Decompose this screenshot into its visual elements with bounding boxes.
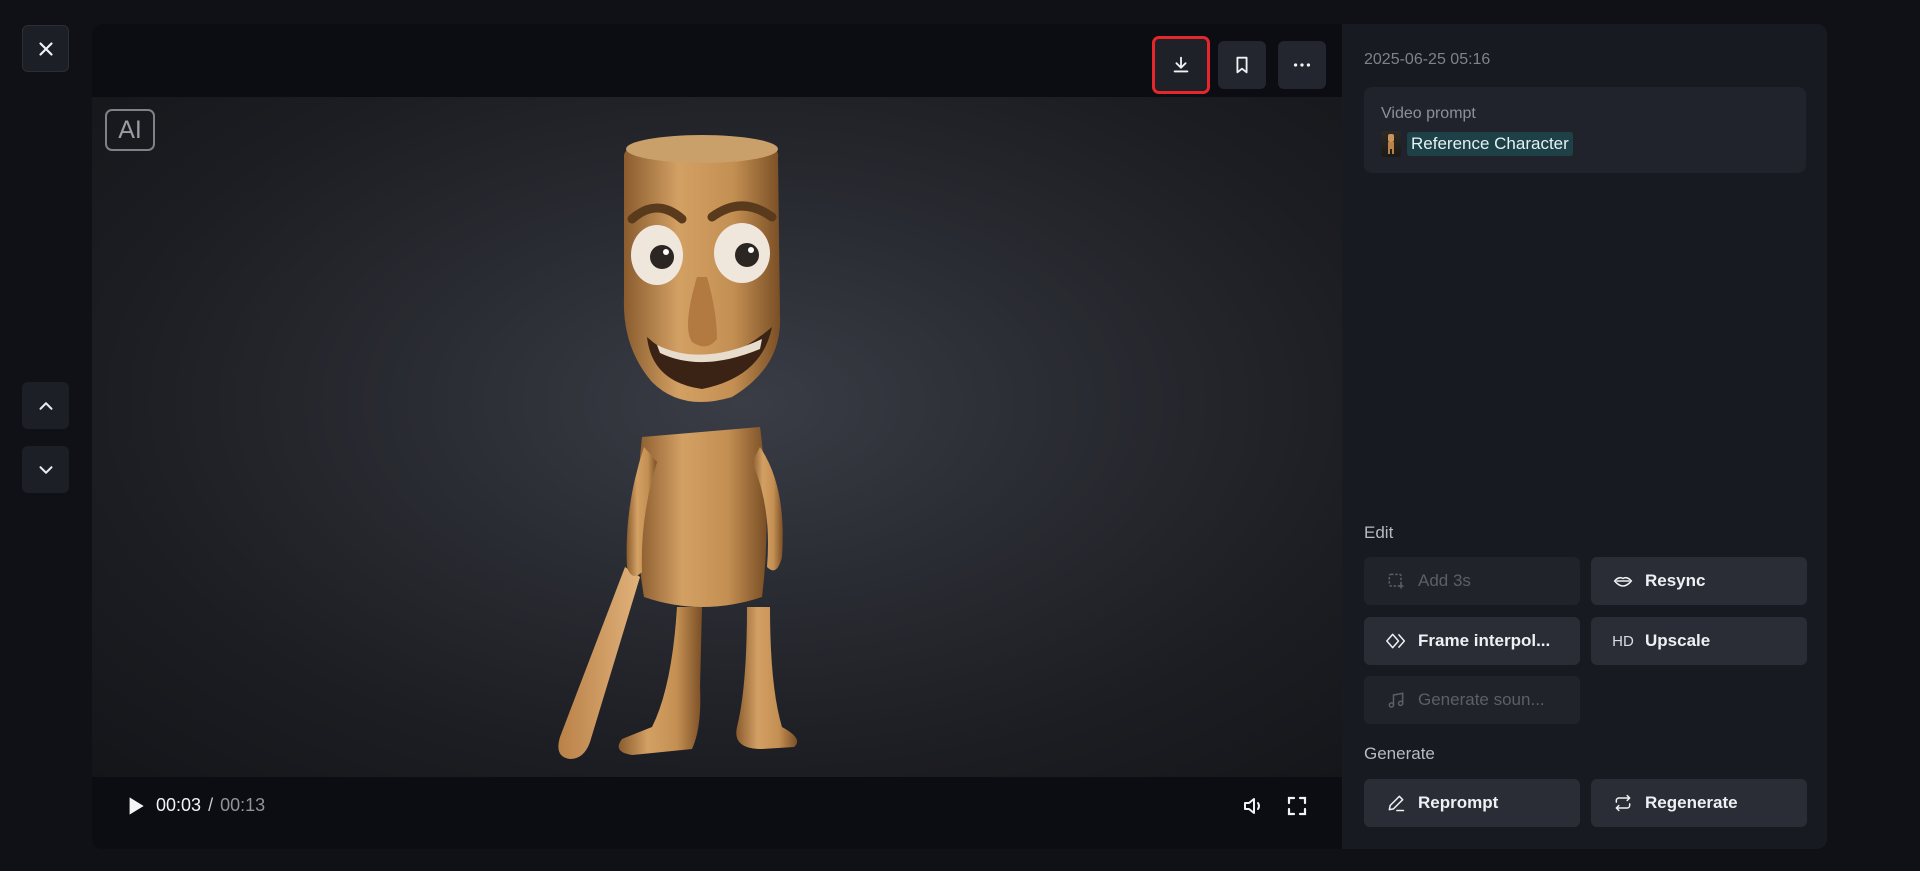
add-3s-button[interactable]: Add 3s	[1364, 557, 1580, 605]
generate-section-label: Generate	[1364, 744, 1435, 763]
player-toolbar	[92, 24, 1342, 96]
time-display: 00:03 / 00:13	[156, 795, 265, 816]
viewer-panel: AI 00:03 / 00:13 2025-06-25 05:16 Video …	[92, 24, 1827, 849]
time-separator: /	[208, 795, 214, 815]
current-time: 00:03	[156, 795, 202, 815]
created-timestamp: 2025-06-25 05:16	[1364, 51, 1491, 68]
more-options-button[interactable]	[1278, 41, 1326, 89]
add-clip-icon	[1386, 571, 1406, 591]
chevron-down-icon	[38, 465, 53, 474]
music-note-icon	[1386, 690, 1406, 710]
ai-badge: AI	[105, 109, 155, 151]
volume-icon[interactable]	[1241, 794, 1265, 818]
video-player: AI 00:03 / 00:13	[92, 24, 1342, 849]
duration: 00:13	[220, 795, 266, 815]
hd-icon: HD	[1612, 632, 1634, 650]
video-prompt-label: Video prompt	[1381, 105, 1476, 122]
details-sidebar: 2025-06-25 05:16 Video prompt Reference …	[1342, 24, 1827, 849]
bookmark-button[interactable]	[1218, 41, 1266, 89]
close-icon	[38, 41, 53, 56]
fullscreen-icon[interactable]	[1285, 794, 1309, 818]
video-controls: 00:03 / 00:13	[92, 777, 1342, 849]
regenerate-button[interactable]: Regenerate	[1591, 779, 1807, 827]
download-icon	[1173, 56, 1189, 73]
regenerate-label: Regenerate	[1645, 793, 1738, 812]
reference-thumbnail	[1381, 131, 1401, 157]
more-horizontal-icon	[1293, 63, 1311, 67]
close-button[interactable]	[22, 25, 69, 72]
upscale-button[interactable]: HD Upscale	[1591, 617, 1807, 665]
download-button[interactable]	[1152, 36, 1210, 94]
generate-sound-label: Generate soun...	[1418, 690, 1545, 709]
diamonds-icon	[1386, 631, 1406, 651]
chevron-up-icon	[38, 401, 53, 410]
bookmark-icon	[1236, 56, 1248, 74]
previous-item-button[interactable]	[22, 382, 69, 429]
repeat-icon	[1613, 793, 1633, 813]
add-3s-label: Add 3s	[1418, 571, 1471, 590]
video-prompt-card: Video prompt Reference Character	[1364, 87, 1806, 173]
reprompt-button[interactable]: Reprompt	[1364, 779, 1580, 827]
reprompt-label: Reprompt	[1418, 793, 1499, 812]
pencil-icon	[1386, 793, 1406, 813]
next-item-button[interactable]	[22, 446, 69, 493]
video-frame[interactable]: AI	[92, 97, 1342, 777]
play-icon[interactable]	[122, 793, 148, 819]
resync-label: Resync	[1645, 571, 1706, 590]
character-thumbnail-icon	[1388, 134, 1394, 154]
reference-character-chip[interactable]: Reference Character	[1381, 131, 1573, 157]
wooden-character-image	[558, 135, 798, 759]
frame-interpolation-button[interactable]: Frame interpol...	[1364, 617, 1580, 665]
frame-interpolation-label: Frame interpol...	[1418, 631, 1551, 650]
reference-character-name: Reference Character	[1407, 132, 1573, 156]
edit-section-label: Edit	[1364, 523, 1394, 542]
lips-icon	[1613, 571, 1633, 591]
generate-sound-button[interactable]: Generate soun...	[1364, 676, 1580, 724]
resync-button[interactable]: Resync	[1591, 557, 1807, 605]
upscale-label: Upscale	[1645, 631, 1711, 650]
